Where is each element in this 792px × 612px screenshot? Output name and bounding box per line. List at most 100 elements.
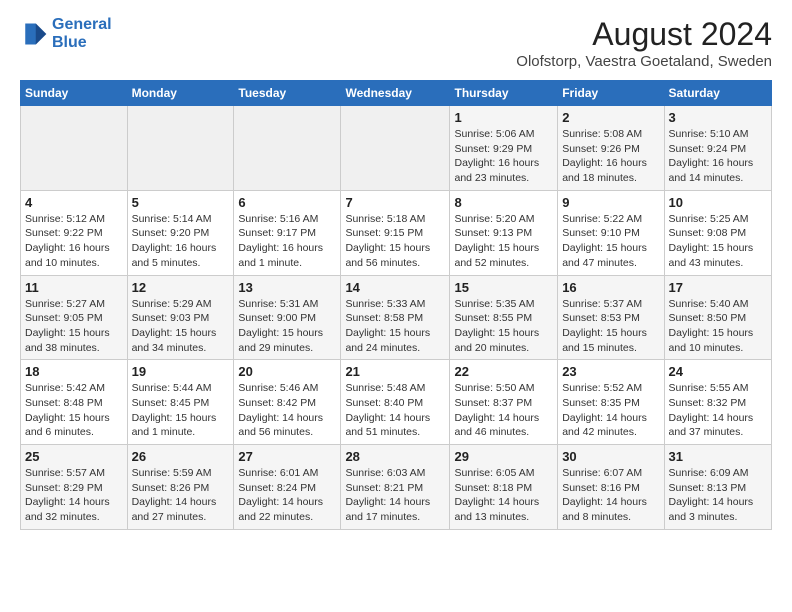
day-number: 11 [25, 280, 123, 295]
day-info: Sunrise: 6:09 AM Sunset: 8:13 PM Dayligh… [669, 466, 767, 525]
day-info: Sunrise: 5:08 AM Sunset: 9:26 PM Dayligh… [562, 127, 659, 186]
day-info: Sunrise: 5:31 AM Sunset: 9:00 PM Dayligh… [238, 297, 336, 356]
day-info: Sunrise: 5:48 AM Sunset: 8:40 PM Dayligh… [345, 381, 445, 440]
header-saturday: Saturday [664, 81, 771, 106]
day-info: Sunrise: 5:50 AM Sunset: 8:37 PM Dayligh… [454, 381, 553, 440]
day-number: 24 [669, 364, 767, 379]
day-number: 23 [562, 364, 659, 379]
day-info: Sunrise: 5:59 AM Sunset: 8:26 PM Dayligh… [132, 466, 230, 525]
calendar-cell: 30 Sunrise: 6:07 AM Sunset: 8:16 PM Dayli… [558, 445, 664, 530]
day-number: 9 [562, 195, 659, 210]
header-monday: Monday [127, 81, 234, 106]
day-info: Sunrise: 5:44 AM Sunset: 8:45 PM Dayligh… [132, 381, 230, 440]
calendar-cell: 14 Sunrise: 5:33 AM Sunset: 8:58 PM Dayli… [341, 275, 450, 360]
day-info: Sunrise: 5:33 AM Sunset: 8:58 PM Dayligh… [345, 297, 445, 356]
calendar-cell: 15 Sunrise: 5:35 AM Sunset: 8:55 PM Dayli… [450, 275, 558, 360]
calendar-week-3: 11 Sunrise: 5:27 AM Sunset: 9:05 PM Dayli… [21, 275, 772, 360]
day-number: 12 [132, 280, 230, 295]
day-number: 3 [669, 110, 767, 125]
day-number: 6 [238, 195, 336, 210]
calendar-table: SundayMondayTuesdayWednesdayThursdayFrid… [20, 80, 772, 530]
day-number: 27 [238, 449, 336, 464]
calendar-cell: 29Sunrise: 6:05 AM Sunset: 8:18 PM Dayli… [450, 445, 558, 530]
day-info: Sunrise: 5:52 AM Sunset: 8:35 PM Dayligh… [562, 381, 659, 440]
logo: General Blue [20, 16, 112, 51]
day-number: 13 [238, 280, 336, 295]
header-thursday: Thursday [450, 81, 558, 106]
day-info: Sunrise: 6:01 AM Sunset: 8:24 PM Dayligh… [238, 466, 336, 525]
title-block: August 2024 Olofstorp, Vaestra Goetaland… [516, 16, 772, 70]
calendar-cell: 27 Sunrise: 6:01 AM Sunset: 8:24 PM Dayli… [234, 445, 341, 530]
calendar-cell: 20Sunrise: 5:46 AM Sunset: 8:42 PM Dayli… [234, 360, 341, 445]
day-info: Sunrise: 5:35 AM Sunset: 8:55 PM Dayligh… [454, 297, 553, 356]
day-number: 8 [454, 195, 553, 210]
calendar-cell [341, 106, 450, 191]
day-info: Sunrise: 5:37 AM Sunset: 8:53 PM Dayligh… [562, 297, 659, 356]
day-info: Sunrise: 5:16 AM Sunset: 9:17 PM Dayligh… [238, 212, 336, 271]
calendar-cell: 16Sunrise: 5:37 AM Sunset: 8:53 PM Dayli… [558, 275, 664, 360]
day-info: Sunrise: 5:27 AM Sunset: 9:05 PM Dayligh… [25, 297, 123, 356]
calendar-cell: 18Sunrise: 5:42 AM Sunset: 8:48 PM Dayli… [21, 360, 128, 445]
day-info: Sunrise: 5:29 AM Sunset: 9:03 PM Dayligh… [132, 297, 230, 356]
day-number: 4 [25, 195, 123, 210]
calendar-cell: 28 Sunrise: 6:03 AM Sunset: 8:21 PM Dayli… [341, 445, 450, 530]
calendar-cell: 21 Sunrise: 5:48 AM Sunset: 8:40 PM Dayli… [341, 360, 450, 445]
logo-line2: Blue [52, 34, 112, 52]
day-number: 5 [132, 195, 230, 210]
calendar-cell: 22Sunrise: 5:50 AM Sunset: 8:37 PM Dayli… [450, 360, 558, 445]
calendar-cell [127, 106, 234, 191]
day-number: 28 [345, 449, 445, 464]
day-info: Sunrise: 6:05 AM Sunset: 8:18 PM Dayligh… [454, 466, 553, 525]
calendar-cell: 23 Sunrise: 5:52 AM Sunset: 8:35 PM Dayli… [558, 360, 664, 445]
header-sunday: Sunday [21, 81, 128, 106]
calendar-cell: 5 Sunrise: 5:14 AM Sunset: 9:20 PM Daylig… [127, 190, 234, 275]
day-info: Sunrise: 5:46 AM Sunset: 8:42 PM Dayligh… [238, 381, 336, 440]
logo-line1: General [52, 16, 112, 34]
calendar-cell [234, 106, 341, 191]
day-number: 19 [132, 364, 230, 379]
day-info: Sunrise: 5:20 AM Sunset: 9:13 PM Dayligh… [454, 212, 553, 271]
day-number: 10 [669, 195, 767, 210]
calendar-cell: 10 Sunrise: 5:25 AM Sunset: 9:08 PM Dayli… [664, 190, 771, 275]
day-info: Sunrise: 5:22 AM Sunset: 9:10 PM Dayligh… [562, 212, 659, 271]
calendar-cell: 11 Sunrise: 5:27 AM Sunset: 9:05 PM Dayli… [21, 275, 128, 360]
calendar-cell: 4 Sunrise: 5:12 AM Sunset: 9:22 PM Daylig… [21, 190, 128, 275]
page-subtitle: Olofstorp, Vaestra Goetaland, Sweden [516, 53, 772, 70]
calendar-cell: 9 Sunrise: 5:22 AM Sunset: 9:10 PM Daylig… [558, 190, 664, 275]
day-info: Sunrise: 5:12 AM Sunset: 9:22 PM Dayligh… [25, 212, 123, 271]
day-info: Sunrise: 5:25 AM Sunset: 9:08 PM Dayligh… [669, 212, 767, 271]
calendar-cell: 8 Sunrise: 5:20 AM Sunset: 9:13 PM Daylig… [450, 190, 558, 275]
calendar-cell: 7 Sunrise: 5:18 AM Sunset: 9:15 PM Daylig… [341, 190, 450, 275]
day-number: 17 [669, 280, 767, 295]
day-number: 14 [345, 280, 445, 295]
header-wednesday: Wednesday [341, 81, 450, 106]
day-number: 15 [454, 280, 553, 295]
header-tuesday: Tuesday [234, 81, 341, 106]
calendar-cell: 2Sunrise: 5:08 AM Sunset: 9:26 PM Daylig… [558, 106, 664, 191]
calendar-header-row: SundayMondayTuesdayWednesdayThursdayFrid… [21, 81, 772, 106]
day-info: Sunrise: 5:55 AM Sunset: 8:32 PM Dayligh… [669, 381, 767, 440]
day-info: Sunrise: 5:18 AM Sunset: 9:15 PM Dayligh… [345, 212, 445, 271]
page-title: August 2024 [516, 16, 772, 53]
calendar-week-4: 18Sunrise: 5:42 AM Sunset: 8:48 PM Dayli… [21, 360, 772, 445]
day-number: 31 [669, 449, 767, 464]
calendar-cell: 12 Sunrise: 5:29 AM Sunset: 9:03 PM Dayli… [127, 275, 234, 360]
calendar-week-1: 1Sunrise: 5:06 AM Sunset: 9:29 PM Daylig… [21, 106, 772, 191]
calendar-cell: 26 Sunrise: 5:59 AM Sunset: 8:26 PM Dayli… [127, 445, 234, 530]
calendar-cell: 1Sunrise: 5:06 AM Sunset: 9:29 PM Daylig… [450, 106, 558, 191]
day-number: 30 [562, 449, 659, 464]
day-info: Sunrise: 5:10 AM Sunset: 9:24 PM Dayligh… [669, 127, 767, 186]
day-number: 7 [345, 195, 445, 210]
day-info: Sunrise: 6:03 AM Sunset: 8:21 PM Dayligh… [345, 466, 445, 525]
day-number: 21 [345, 364, 445, 379]
day-info: Sunrise: 5:42 AM Sunset: 8:48 PM Dayligh… [25, 381, 123, 440]
calendar-week-2: 4 Sunrise: 5:12 AM Sunset: 9:22 PM Daylig… [21, 190, 772, 275]
day-number: 26 [132, 449, 230, 464]
calendar-cell: 17Sunrise: 5:40 AM Sunset: 8:50 PM Dayli… [664, 275, 771, 360]
calendar-cell: 31 Sunrise: 6:09 AM Sunset: 8:13 PM Dayli… [664, 445, 771, 530]
logo-icon [20, 20, 48, 48]
day-info: Sunrise: 5:14 AM Sunset: 9:20 PM Dayligh… [132, 212, 230, 271]
day-info: Sunrise: 6:07 AM Sunset: 8:16 PM Dayligh… [562, 466, 659, 525]
calendar-week-5: 25Sunrise: 5:57 AM Sunset: 8:29 PM Dayli… [21, 445, 772, 530]
calendar-cell: 3 Sunrise: 5:10 AM Sunset: 9:24 PM Daylig… [664, 106, 771, 191]
